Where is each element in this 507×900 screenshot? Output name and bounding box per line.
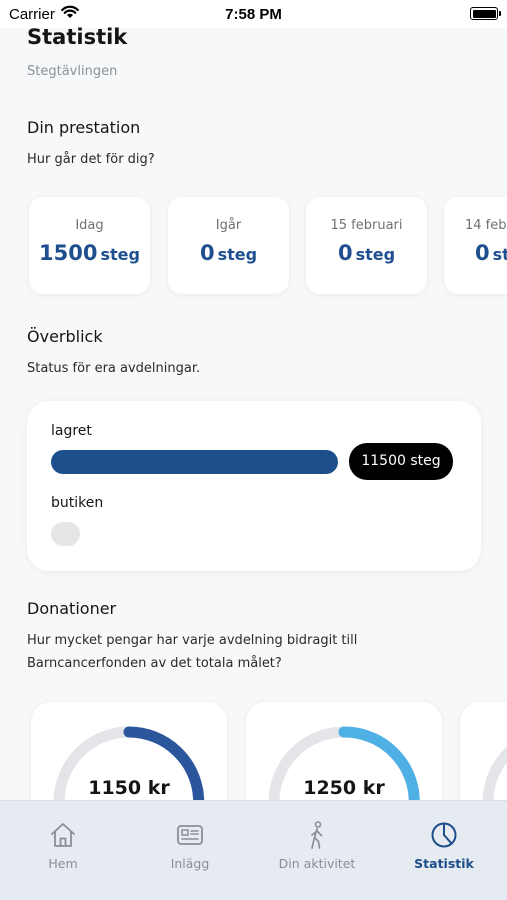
day-card[interactable]: Idag 1500 steg	[29, 197, 150, 294]
department-name: lagret	[51, 423, 92, 439]
day-steps-unit: steg	[492, 245, 507, 264]
pie-chart-icon	[431, 822, 457, 848]
day-steps-value: 1500	[39, 241, 98, 265]
tab-bar: Hem Inlägg Din aktivitet Statistik	[0, 800, 507, 900]
day-label: Idag	[75, 218, 104, 233]
overview-heading: Överblick	[27, 327, 103, 346]
day-steps-unit: steg	[217, 245, 258, 264]
performance-description: Hur går det för dig?	[27, 152, 155, 167]
day-card[interactable]: Igår 0 steg	[168, 197, 289, 294]
day-steps-value: 0	[337, 241, 353, 265]
walking-icon	[311, 821, 323, 849]
tab-statistik[interactable]: Statistik	[381, 801, 507, 900]
tab-inlagg[interactable]: Inlägg	[127, 801, 253, 900]
tab-din-aktivitet[interactable]: Din aktivitet	[254, 801, 380, 900]
donation-amount: 1150 kr	[88, 777, 170, 799]
clock: 7:58 PM	[225, 6, 282, 23]
performance-heading: Din prestation	[27, 118, 141, 137]
day-steps-unit: steg	[100, 245, 140, 264]
battery-icon	[470, 7, 501, 20]
tab-label: Inlägg	[170, 856, 210, 871]
day-label: Igår	[215, 218, 242, 233]
donations-heading: Donationer	[27, 599, 117, 618]
tab-label: Statistik	[414, 856, 474, 871]
tab-label: Hem	[48, 856, 78, 871]
department-progress-bar	[51, 450, 338, 474]
day-card[interactable]: 14 februari 0steg	[444, 197, 507, 294]
day-label: 14 februari	[465, 218, 507, 233]
donation-amount: 1250 kr	[303, 777, 385, 799]
tab-label: Din aktivitet	[278, 856, 356, 871]
department-name: butiken	[51, 495, 104, 511]
donations-description-line2: Barncancerfonden av det totala målet?	[27, 656, 282, 671]
day-steps-value: 0	[199, 241, 215, 265]
home-icon	[51, 823, 75, 847]
day-steps-value: 0	[475, 241, 490, 265]
departments-card: lagret 11500 steg butiken	[27, 401, 481, 571]
department-steps-badge: 11500 steg	[349, 443, 453, 480]
day-card[interactable]: 15 februari 0 steg	[306, 197, 427, 294]
page-subtitle: Stegtävlingen	[27, 64, 118, 79]
status-bar: Carrier 7:58 PM	[0, 0, 507, 28]
donations-description-line1: Hur mycket pengar har varje avdelning bi…	[27, 633, 358, 648]
day-steps-unit: steg	[355, 245, 396, 264]
department-progress-bar	[51, 522, 80, 546]
overview-description: Status för era avdelningar.	[27, 361, 201, 376]
page-title: Statistik	[27, 25, 128, 49]
tab-hem[interactable]: Hem	[0, 801, 126, 900]
day-label: 15 februari	[330, 218, 403, 233]
news-icon	[177, 825, 203, 845]
